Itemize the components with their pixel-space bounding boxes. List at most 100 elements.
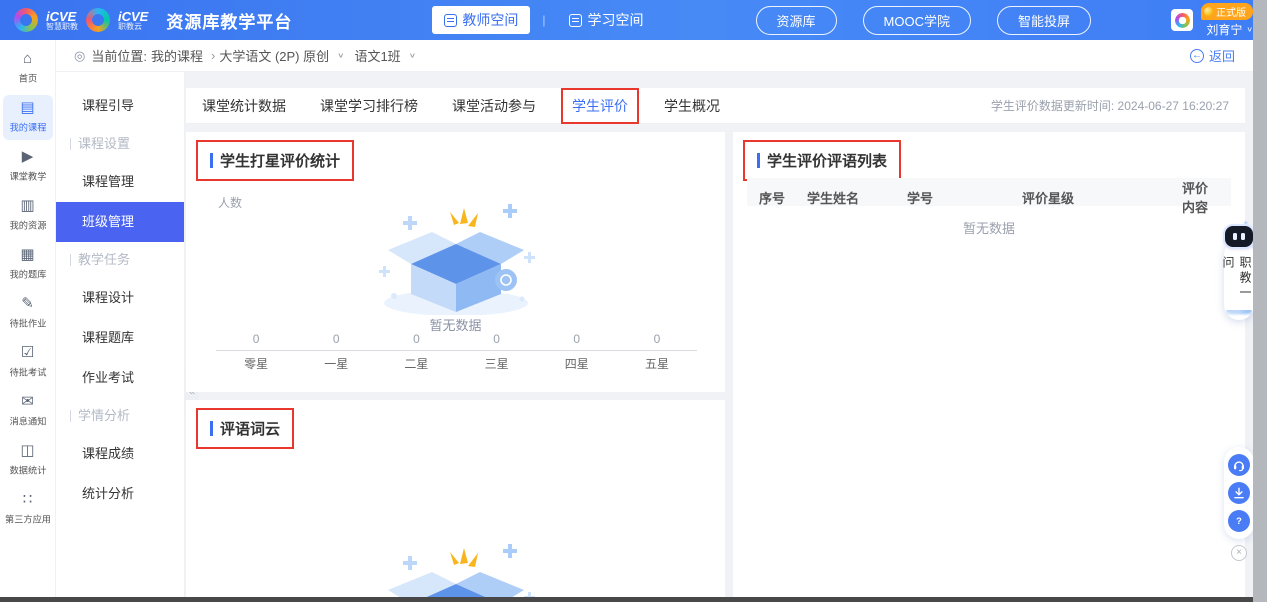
rail-item-my-courses[interactable]: ▤ 我的课程	[3, 95, 53, 140]
course-sidebar: 课程引导 课程设置 课程管理 班级管理 教学任务 课程设计 课程题库 作业考试 …	[56, 72, 185, 602]
sidebar-item-course-grades[interactable]: 课程成绩	[56, 434, 184, 474]
chevron-down-icon[interactable]: ∨	[409, 52, 416, 60]
top-nav: 教师空间 | 学习空间	[432, 6, 655, 34]
app-shortcut-icon[interactable]	[1171, 9, 1193, 31]
brand1-name: iCVE	[46, 10, 78, 23]
svg-text:?: ?	[1236, 516, 1242, 526]
rail-item-data-statistics[interactable]: ◫ 数据统计	[3, 438, 53, 483]
rail-item-pending-homework[interactable]: ✎ 待批作业	[3, 291, 53, 336]
brand1-sub: 智慧职教	[46, 23, 78, 31]
brand-logos: iCVE 智慧职教 iCVE 职教云 资源库教学平台	[14, 8, 292, 33]
version-badge: 正式版	[1201, 3, 1253, 20]
breadcrumb-class[interactable]: 语文1班	[354, 46, 400, 65]
teacher-space-icon	[444, 14, 457, 27]
question-bank-icon: ▦	[20, 247, 34, 263]
sidebar-item-class-management[interactable]: 班级管理	[56, 202, 184, 242]
learning-space-icon	[569, 14, 582, 27]
rail-item-question-bank[interactable]: ▦ 我的题库	[3, 242, 53, 287]
sidebar-item-course-guide[interactable]: 课程引导	[56, 86, 184, 126]
breadcrumb-sep-icon: ›	[211, 48, 215, 63]
rail-item-third-party[interactable]: ∷ 第三方应用	[3, 487, 53, 532]
empty-state-illustration	[356, 540, 556, 597]
nav-teacher-space[interactable]: 教师空间	[432, 6, 530, 34]
rail-item-pending-exam[interactable]: ☑ 待批考试	[3, 340, 53, 385]
sidebar-item-course-design[interactable]: 课程设计	[56, 278, 184, 318]
rail-item-classroom-teaching[interactable]: ▶ 课堂教学	[3, 144, 53, 189]
robot-icon	[1225, 226, 1253, 247]
chart-values: 0 0 0 0 0 0	[216, 332, 697, 346]
message-icon: ✉	[21, 394, 34, 410]
data-statistics-icon: ◫	[20, 443, 34, 459]
table-empty-text: 暂无数据	[733, 218, 1245, 237]
tab-strip: 课堂统计数据 课堂学习排行榜 课堂活动参与 学生评价 学生概况 学生评价数据更新…	[186, 88, 1245, 124]
chart-x-axis: 0 0 0 0 0 0 零星 一星 二星 三星 四星 五星	[216, 332, 697, 372]
sidebar-section-teaching-tasks: 教学任务	[56, 242, 184, 278]
rail-item-messages[interactable]: ✉ 消息通知	[3, 389, 53, 434]
chevron-down-icon[interactable]: ∨	[337, 52, 344, 60]
breadcrumb-course[interactable]: 大学语文 (2P) 原创	[219, 46, 329, 65]
app-window: iCVE 智慧职教 iCVE 职教云 资源库教学平台 教师空间 | 学习空间 资…	[0, 0, 1267, 602]
tab-learning-ranking[interactable]: 课堂学习排行榜	[320, 96, 418, 116]
sidebar-item-course-question-bank[interactable]: 课程题库	[56, 318, 184, 358]
annotation-box-active-tab: 学生评价	[561, 88, 639, 124]
breadcrumb-root[interactable]: 我的课程	[151, 46, 203, 65]
assistant-widget[interactable]: ✦ 职教一问	[1224, 240, 1254, 320]
chart-axis-line	[216, 350, 697, 351]
panel-title: 评语词云	[198, 410, 292, 447]
annotation-box-star-title: 学生打星评价统计	[196, 140, 354, 181]
my-resources-icon: ▥	[20, 198, 34, 214]
sidebar-section-course-settings: 课程设置	[56, 126, 184, 162]
close-floating-toolbar-button[interactable]: ×	[1231, 545, 1247, 561]
pending-homework-icon: ✎	[21, 296, 34, 312]
chevron-down-icon: ∨	[1246, 25, 1253, 34]
left-rail: ⌂ 首页 ▤ 我的课程 ▶ 课堂教学 ▥ 我的资源 ▦ 我的题库 ✎ 待批作业 …	[0, 40, 56, 602]
platform-title: 资源库教学平台	[166, 8, 292, 33]
top-header: iCVE 智慧职教 iCVE 职教云 资源库教学平台 教师空间 | 学习空间 资…	[0, 0, 1267, 40]
panel-title: 学生评价评语列表	[745, 142, 899, 179]
rail-item-my-resources[interactable]: ▥ 我的资源	[3, 193, 53, 238]
username[interactable]: 刘育宁 ∨	[1206, 21, 1253, 38]
brand2-name: iCVE	[118, 10, 148, 23]
tab-student-evaluation[interactable]: 学生评价	[572, 98, 628, 114]
col-student-name: 学生姓名	[807, 188, 907, 207]
sidebar-item-statistical-analysis[interactable]: 统计分析	[56, 474, 184, 514]
header-quick-links: 资源库 MOOC学院 智能投屏	[756, 6, 1091, 35]
smart-cast-button[interactable]: 智能投屏	[997, 6, 1091, 35]
floating-toolbar: ?	[1224, 447, 1254, 539]
sidebar-item-course-management[interactable]: 课程管理	[56, 162, 184, 202]
user-block[interactable]: 正式版 刘育宁 ∨	[1171, 3, 1253, 38]
panel-word-cloud: 评语词云	[186, 400, 725, 597]
back-arrow-icon: ←	[1190, 49, 1204, 63]
window-right-edge	[1253, 0, 1267, 602]
back-button[interactable]: ← 返回	[1190, 46, 1235, 65]
customer-service-button[interactable]	[1228, 454, 1250, 476]
empty-state-illustration	[356, 200, 556, 315]
breadcrumb: ◎ 当前位置: 我的课程 › 大学语文 (2P) 原创 ∨ 语文1班 ∨ ← 返…	[56, 40, 1253, 72]
pending-exam-icon: ☑	[21, 345, 34, 361]
download-button[interactable]	[1228, 482, 1250, 504]
annotation-box-wordcloud-title: 评语词云	[196, 408, 294, 449]
headset-icon	[1232, 458, 1246, 472]
annotation-box-list-title: 学生评价评语列表	[743, 140, 901, 181]
tab-activity-participation[interactable]: 课堂活动参与	[452, 96, 536, 116]
col-index: 序号	[759, 188, 807, 207]
location-icon: ◎	[74, 48, 85, 64]
home-icon: ⌂	[23, 51, 32, 67]
update-timestamp: 学生评价数据更新时间: 2024-06-27 16:20:27	[991, 97, 1229, 114]
resource-library-button[interactable]: 资源库	[756, 6, 837, 35]
window-bottom-edge	[0, 597, 1253, 602]
help-button[interactable]: ?	[1228, 510, 1250, 532]
tab-student-overview[interactable]: 学生概况	[664, 96, 720, 116]
sidebar-item-homework-exam[interactable]: 作业考试	[56, 358, 184, 398]
rail-item-home[interactable]: ⌂ 首页	[3, 46, 53, 91]
col-star-rating: 评价星级	[1022, 188, 1182, 207]
mooc-academy-button[interactable]: MOOC学院	[863, 6, 971, 35]
zhijiaoyun-logo-icon	[86, 8, 110, 32]
nav-learning-space[interactable]: 学习空间	[557, 6, 655, 34]
wave-decoration	[1226, 310, 1252, 318]
tab-classroom-statistics[interactable]: 课堂统计数据	[202, 96, 286, 116]
third-party-apps-icon: ∷	[23, 492, 33, 508]
medal-icon	[1204, 7, 1213, 16]
my-courses-icon: ▤	[20, 100, 34, 116]
brand2-sub: 职教云	[118, 23, 148, 31]
